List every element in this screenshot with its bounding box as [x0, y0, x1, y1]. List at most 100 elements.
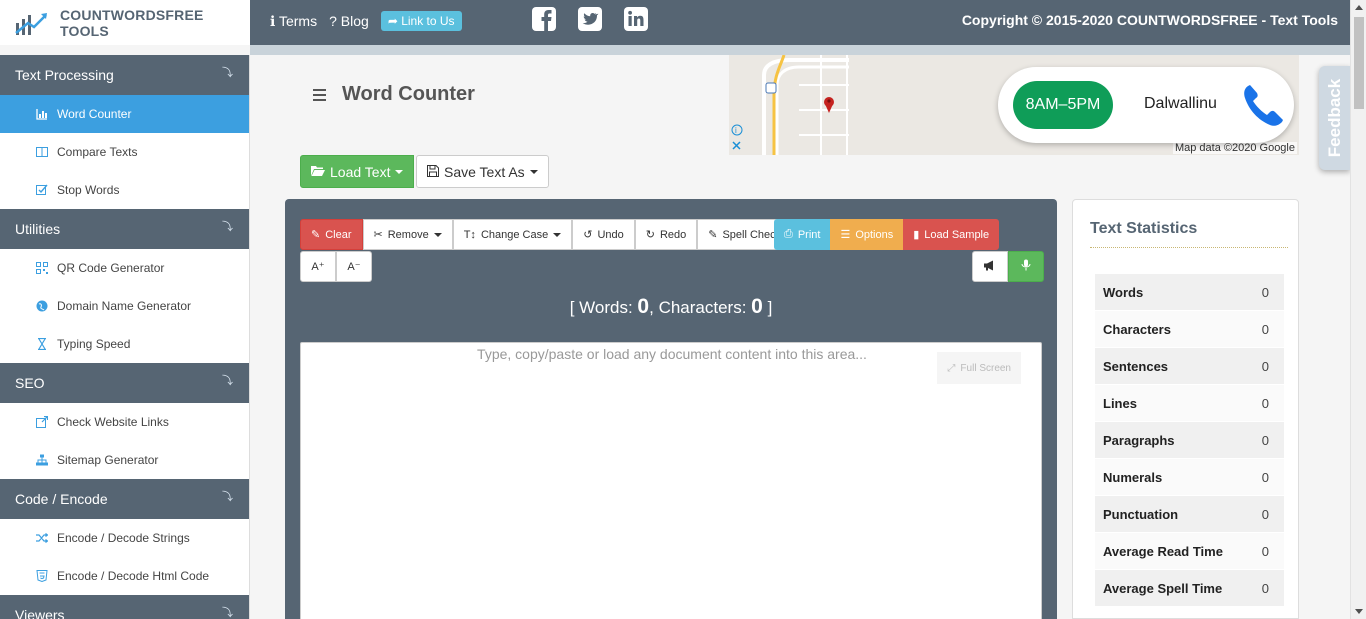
hamburger-menu-icon[interactable] — [313, 88, 326, 101]
change-case-button[interactable]: T↕ Change Case — [452, 219, 573, 250]
terms-link[interactable]: ℹ Terms — [270, 13, 317, 30]
question-icon: ? — [329, 13, 341, 29]
scroll-up-icon[interactable] — [1355, 5, 1363, 10]
feedback-tab[interactable]: Feedback — [1319, 66, 1350, 170]
counter-separator: , — [649, 298, 659, 317]
save-text-as-button[interactable]: Save Text As — [416, 155, 549, 188]
spell-check-label: Spell Check — [722, 228, 782, 241]
clear-button[interactable]: ✎ Clear — [300, 219, 363, 250]
svg-text:i: i — [735, 126, 737, 135]
top-nav: ℹ Terms ? Blog ➦ Link to Us — [270, 11, 462, 31]
stat-row-punctuation: Punctuation 0 — [1095, 496, 1284, 533]
font-size-controls: A⁺ A⁻ — [300, 251, 372, 282]
sidebar-item-sitemap-generator[interactable]: Sitemap Generator — [0, 441, 249, 479]
hours-badge: 8AM–5PM — [1013, 81, 1113, 129]
scroll-down-icon[interactable] — [1355, 609, 1363, 614]
facebook-icon[interactable] — [531, 6, 557, 32]
scrollbar-thumb[interactable] — [1354, 17, 1364, 109]
info-icon: ℹ — [270, 12, 279, 29]
text-statistics-panel: Text Statistics Words 0 Characters 0 Sente… — [1072, 199, 1299, 619]
options-button[interactable]: ☰ Options — [830, 219, 904, 250]
decrease-font-button[interactable]: A⁻ — [336, 251, 372, 282]
eraser-icon: ✎ — [311, 229, 321, 241]
redo-icon: ↻ — [645, 229, 655, 241]
business-hours-card[interactable]: 8AM–5PM Dalwallinu — [998, 67, 1294, 143]
header-divider — [250, 45, 1350, 55]
text-input-area[interactable]: Type, copy/paste or load any document co… — [300, 342, 1042, 619]
sidebar-section-code-encode[interactable]: Code / Encode ⤵ — [0, 479, 249, 519]
stat-value: 0 — [1261, 580, 1269, 596]
stat-row-lines: Lines 0 — [1095, 385, 1284, 422]
pin-icon[interactable]: ⤵ — [222, 604, 233, 619]
full-screen-label: Full Screen — [960, 362, 1011, 374]
sidebar: Text Processing ⤵ Word Counter Compare Te… — [0, 55, 250, 619]
microphone-button[interactable] — [1008, 251, 1044, 282]
sidebar-section-seo[interactable]: SEO ⤵ — [0, 363, 249, 403]
page-scrollbar[interactable] — [1350, 0, 1366, 619]
load-sample-label: Load Sample — [924, 228, 990, 241]
full-screen-button[interactable]: ⤢ Full Screen — [937, 352, 1021, 384]
stat-row-characters: Characters 0 — [1095, 311, 1284, 348]
stat-value: 0 — [1261, 432, 1269, 448]
stat-label: Paragraphs — [1103, 432, 1175, 448]
chars-counter-label: Characters: — [658, 298, 747, 317]
stat-value: 0 — [1261, 395, 1269, 411]
print-icon: ⎙ — [784, 228, 793, 240]
sidebar-section-text-processing[interactable]: Text Processing ⤵ — [0, 55, 249, 95]
sidebar-item-encode-decode-strings[interactable]: Encode / Decode Strings — [0, 519, 249, 557]
sidebar-item-label: Compare Texts — [57, 145, 138, 159]
pin-icon[interactable]: ⤵ — [222, 64, 233, 80]
linkedin-icon[interactable] — [623, 6, 649, 32]
sidebar-item-check-website-links[interactable]: Check Website Links — [0, 403, 249, 441]
chevron-down-icon — [553, 232, 562, 237]
load-sample-button[interactable]: ▮ Load Sample — [903, 219, 1000, 250]
sidebar-item-qr-code-generator[interactable]: QR Code Generator — [0, 249, 249, 287]
share-icon: ➦ — [387, 14, 402, 28]
brand[interactable]: COUNTWORDSFREE TOOLS — [0, 0, 250, 45]
link-to-us-button[interactable]: ➦ Link to Us — [380, 11, 462, 31]
undo-label: Undo — [597, 228, 624, 241]
increase-font-button[interactable]: A⁺ — [300, 251, 336, 282]
sidebar-item-word-counter[interactable]: Word Counter — [0, 95, 249, 133]
stat-value: 0 — [1261, 469, 1269, 485]
sidebar-item-domain-name-generator[interactable]: Domain Name Generator — [0, 287, 249, 325]
checkbox-icon — [36, 184, 48, 196]
pin-icon[interactable]: ⤵ — [222, 372, 233, 388]
stat-value: 0 — [1261, 543, 1269, 559]
print-button[interactable]: ⎙ Print — [774, 219, 831, 250]
text-input-placeholder: Type, copy/paste or load any document co… — [477, 346, 867, 362]
stat-label: Lines — [1103, 395, 1137, 411]
chevron-down-icon — [433, 232, 442, 237]
stat-label: Sentences — [1103, 358, 1169, 374]
sidebar-section-viewers[interactable]: Viewers ⤵ — [0, 595, 249, 619]
bar-chart-icon — [36, 108, 48, 120]
stat-label: Characters — [1103, 321, 1171, 337]
sliders-icon: ☰ — [840, 229, 851, 241]
sidebar-item-encode-decode-html-code[interactable]: Encode / Decode Html Code — [0, 557, 249, 595]
speech-controls — [972, 251, 1044, 282]
blog-link[interactable]: ? Blog — [329, 13, 369, 29]
pin-icon[interactable]: ⤵ — [222, 488, 233, 504]
twitter-icon[interactable] — [577, 6, 603, 32]
remove-button[interactable]: ✂ Remove — [362, 219, 453, 250]
sidebar-section-utilities[interactable]: Utilities ⤵ — [0, 209, 249, 249]
undo-button[interactable]: ↺ Undo — [572, 219, 635, 250]
sidebar-item-label: Typing Speed — [57, 337, 131, 351]
sidebar-item-compare-texts[interactable]: Compare Texts — [0, 133, 249, 171]
section-title: Text Processing — [15, 67, 114, 83]
html5-icon — [36, 570, 48, 583]
redo-button[interactable]: ↻ Redo — [634, 219, 698, 250]
stat-label: Numerals — [1103, 469, 1163, 485]
edit-toolbar: ✎ Clear ✂ Remove T↕ Change Case ↺ Undo ↻ Redo… — [300, 219, 793, 250]
scissors-icon: ✂ — [373, 229, 383, 241]
load-text-button[interactable]: Load Text — [300, 155, 415, 188]
stats-divider — [1090, 247, 1288, 248]
print-label: Print — [797, 228, 821, 241]
phone-icon[interactable] — [1242, 82, 1286, 131]
sidebar-item-stop-words[interactable]: Stop Words — [0, 171, 249, 209]
sidebar-item-typing-speed[interactable]: Typing Speed — [0, 325, 249, 363]
megaphone-button[interactable] — [972, 251, 1008, 282]
external-link-icon — [36, 415, 49, 428]
output-toolbar: ⎙ Print ☰ Options ▮ Load Sample — [774, 219, 1000, 250]
pin-icon[interactable]: ⤵ — [222, 218, 233, 234]
